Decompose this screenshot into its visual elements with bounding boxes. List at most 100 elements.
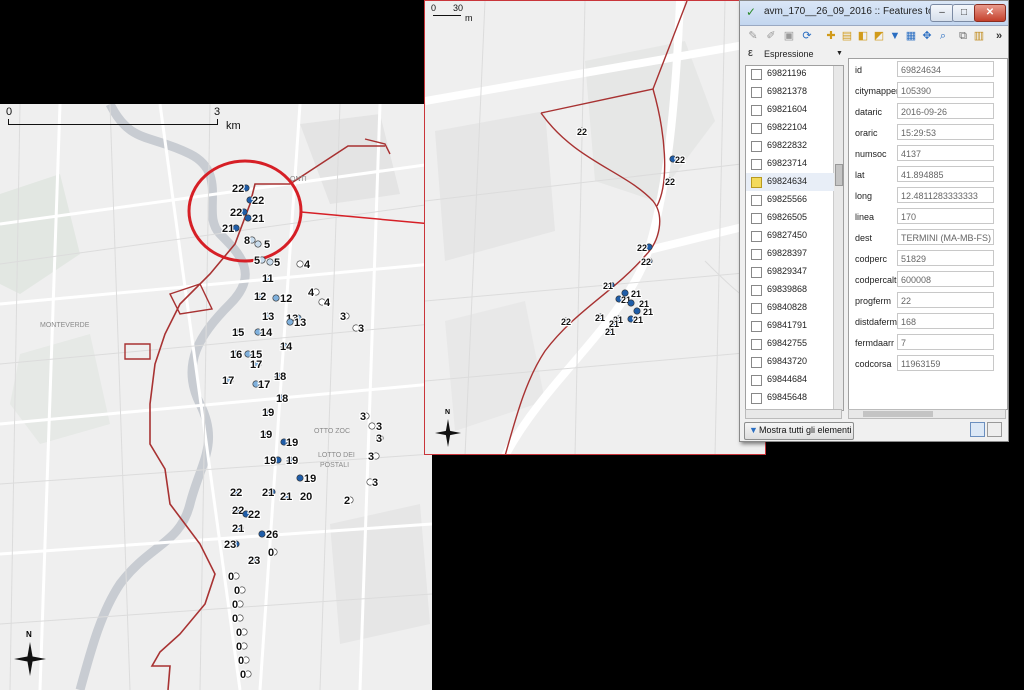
detail-stop-point[interactable]: 21 [604,326,616,338]
feature-checkbox[interactable] [751,339,762,350]
overview-stop-point[interactable]: 3 [367,450,380,464]
overview-stop-point[interactable]: 19 [259,428,273,442]
overview-stop-point[interactable]: 21 [221,222,240,236]
feature-checkbox[interactable] [751,267,762,278]
feature-id-list-item[interactable]: 69827450 [746,227,834,245]
feature-id-list-item[interactable]: 69839868 [746,281,834,299]
overview-stop-point[interactable]: 4 [318,296,332,310]
overview-stop-point[interactable]: 0 [227,570,240,584]
feature-id-list-item[interactable]: 69844684 [746,371,834,389]
detail-stop-point[interactable]: 22 [576,126,588,138]
feature-checkbox[interactable] [751,159,762,170]
delete-feature-icon[interactable]: ▤ [840,29,854,43]
feature-checkbox[interactable] [751,69,762,80]
overview-stop-point[interactable]: 18 [273,370,287,384]
attribute-value-field[interactable]: 2016-09-26 [897,103,994,119]
feature-id-list-item[interactable]: 69845648 [746,389,834,407]
overview-stop-point[interactable]: 2 [343,494,354,508]
overview-stop-point[interactable]: 18 [275,392,289,406]
overview-stop-point[interactable]: 15 [231,326,245,340]
detail-map[interactable]: 22 22 22 22 22 21 21 21 21 21 21 22 21 21 21 21 0 30 m … [424,0,766,455]
detail-stop-point[interactable]: 22 [640,256,653,268]
feature-checkbox[interactable] [751,249,762,260]
paste-icon[interactable]: ▥ [972,29,986,43]
overview-stop-point[interactable]: 21 [279,490,293,504]
overview-stop-point[interactable]: 3 [375,432,384,446]
overview-stop-point[interactable]: 14 [254,326,274,340]
overview-stop-point[interactable]: 14 [279,340,294,354]
overview-stop-point[interactable]: 12 [272,292,293,306]
search-icon[interactable]: ⌕ [936,29,950,43]
overview-stop-point[interactable]: 17 [249,358,263,372]
overview-stop-point[interactable]: 0 [237,654,250,668]
overview-stop-point[interactable]: 5 [266,256,281,270]
form-hscroll-thumb[interactable] [863,411,933,417]
overview-stop-point[interactable]: 0 [235,626,248,640]
overview-stop-point[interactable]: 23 [247,554,261,568]
overview-stop-point[interactable]: 0 [235,640,248,654]
overview-stop-point[interactable]: 13 [286,316,307,330]
zoom-to-selected-icon[interactable]: ✥ [920,29,934,43]
feature-checkbox[interactable] [751,177,762,188]
feature-checkbox[interactable] [751,123,762,134]
detail-stop-point[interactable]: 22 [636,242,653,254]
more-tools-icon[interactable]: » [992,29,1006,43]
feature-id-list-item[interactable]: 69821378 [746,83,834,101]
overview-stop-point[interactable]: 11 [261,272,275,286]
feature-id-list[interactable]: 69821196 69821378 69821604 69822104 69822832… [745,65,844,411]
overview-stop-point[interactable]: 3 [366,476,379,490]
overview-stop-point[interactable]: 19 [296,472,317,486]
feature-checkbox[interactable] [751,303,762,314]
feature-checkbox[interactable] [751,321,762,332]
copy-icon[interactable]: ⧉ [956,29,970,43]
minimize-button[interactable]: – [930,4,954,22]
overview-stop-point[interactable]: 3 [368,420,383,434]
overview-stop-point[interactable]: 3 [352,322,365,336]
detail-stop-point[interactable]: 22 [669,154,686,166]
feature-checkbox[interactable] [751,141,762,152]
overview-stop-point[interactable]: 22 [229,486,243,500]
overview-stop-point[interactable]: 21 [261,486,276,500]
feature-checkbox[interactable] [751,375,762,386]
feature-checkbox[interactable] [751,105,762,116]
id-list-hscroll[interactable] [745,409,842,419]
feature-id-list-item[interactable]: 69842755 [746,335,834,353]
expression-selector[interactable]: ε Espressione ▼ [744,46,844,64]
overview-stop-point[interactable]: 22 [246,194,265,208]
pan-to-selected-icon[interactable]: ▦ [904,29,918,43]
overview-stop-point[interactable]: 19 [280,436,299,450]
feature-id-list-item[interactable]: 69841791 [746,317,834,335]
feature-id-list-item[interactable]: 69824634 [746,173,834,191]
close-button[interactable]: ✕ [974,4,1006,22]
overview-stop-point[interactable]: 19 [285,454,299,468]
attribute-value-field[interactable]: 7 [897,334,994,350]
overview-stop-point[interactable]: 4 [296,258,312,272]
edit-pencil-icon[interactable]: ✎ [746,29,760,43]
overview-stop-point[interactable]: 19 [263,454,282,468]
detail-stop-point[interactable]: 22 [664,176,676,188]
attribute-value-field[interactable]: 170 [897,208,994,224]
feature-id-list-item[interactable]: 69821604 [746,101,834,119]
form-view-button[interactable] [970,422,985,437]
overview-stop-point[interactable]: 22 [242,508,261,522]
feature-id-list-item[interactable]: 69822104 [746,119,834,137]
feature-checkbox[interactable] [751,231,762,242]
new-feature-icon[interactable]: ✚ [824,29,838,43]
overview-stop-point[interactable]: 4 [307,286,320,300]
attribute-value-field[interactable]: 41.894885 [897,166,994,182]
detail-stop-point[interactable]: 22 [560,316,572,328]
id-list-scrollbar[interactable] [833,66,843,410]
overview-stop-point[interactable]: 5 [253,254,266,268]
attribute-value-field[interactable]: 15:29:53 [897,124,994,140]
overview-stop-point[interactable]: 21 [244,212,265,226]
feature-checkbox[interactable] [751,393,762,404]
feature-id-list-item[interactable]: 69829347 [746,263,834,281]
feature-checkbox[interactable] [751,195,762,206]
overview-map[interactable]: 22 22 22 21 21 8 5 5 5 4 11 4 12 12 4 3 13 13 3 15 14 13 14 16 1… [0,104,432,690]
feature-attribute-window[interactable]: ✓ avm_170__26_09_2016 :: Features total:… [739,0,1009,442]
feature-id-list-item[interactable]: 69825566 [746,191,834,209]
overview-stop-point[interactable]: 3 [359,410,370,424]
overview-stop-point[interactable]: 17 [252,378,271,392]
overview-stop-point[interactable]: 17 [221,374,235,388]
overview-stop-point[interactable]: 0 [231,612,244,626]
